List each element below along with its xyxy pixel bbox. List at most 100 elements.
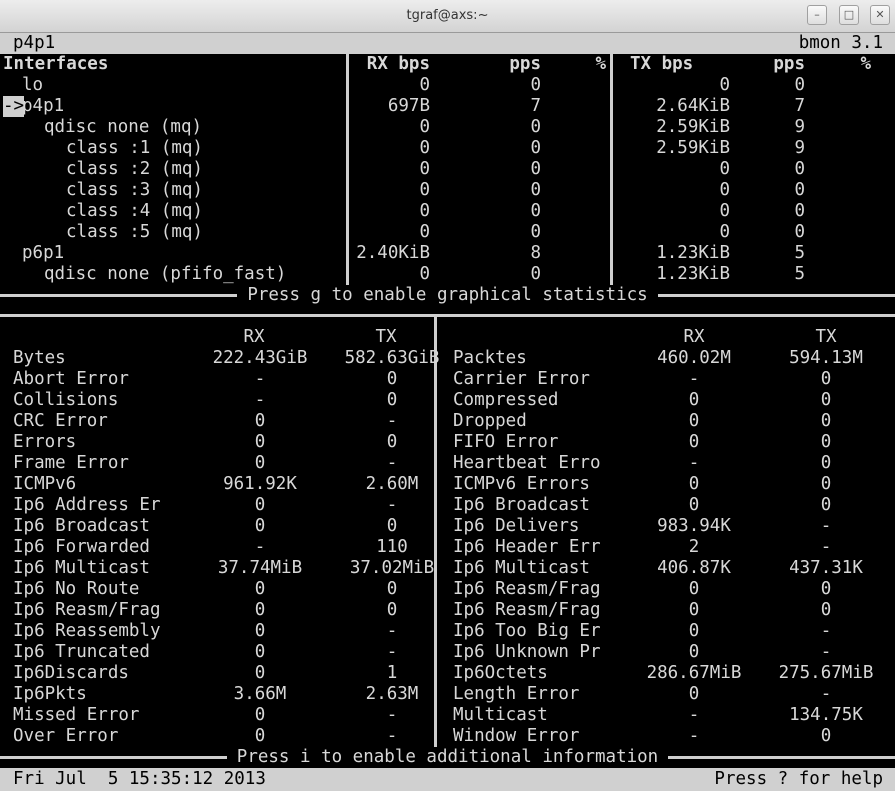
stat-tx-value: - <box>820 516 832 536</box>
stat-rx-value: 0 <box>254 642 266 662</box>
maximize-icon[interactable]: □ <box>839 5 859 25</box>
stat-label: Ip6 Multicast <box>13 558 150 578</box>
interface-name: lo <box>22 75 44 95</box>
stat-tx-value: 437.31K <box>789 558 863 578</box>
stat-tx-value: 0 <box>386 432 398 452</box>
stat-rx-value: 0 <box>688 642 700 662</box>
tx-bps: 0 <box>719 75 730 95</box>
stat-tx-value: - <box>386 495 398 515</box>
stat-rx-value: 0 <box>254 579 266 599</box>
stat-label: Ip6 Truncated <box>13 642 150 662</box>
stat-label: Bytes <box>13 348 66 368</box>
rx-bps: 0 <box>419 222 430 242</box>
app-version: bmon 3.1 <box>798 33 883 53</box>
stat-label: CRC Error <box>13 411 108 431</box>
interface-name: class :4 (mq) <box>66 201 203 221</box>
rx-pps: 0 <box>530 159 541 179</box>
stat-tx-value: 37.02MiB <box>349 558 435 578</box>
stat-label: Abort Error <box>13 369 129 389</box>
rx-pps: 0 <box>530 180 541 200</box>
stat-tx-value: 0 <box>820 453 832 473</box>
stat-rx-value: - <box>688 453 700 473</box>
interface-name: p4p1 <box>22 96 65 116</box>
terminal-content[interactable]: p4p1 bmon 3.1 Interfaces RX bps pps % TX… <box>0 33 895 791</box>
tx-bps: 2.59KiB <box>656 138 730 158</box>
rx-pps: 0 <box>530 117 541 137</box>
tx-bps: 1.23KiB <box>656 243 730 263</box>
tx-bps: 0 <box>719 159 730 179</box>
stat-rx-value: 983.94K <box>657 516 731 536</box>
stat-label: Ip6 Broadcast <box>13 516 150 536</box>
stat-tx-value: 275.67MiB <box>778 663 874 683</box>
tx-bps: 0 <box>719 180 730 200</box>
stat-tx-value: 0 <box>820 600 832 620</box>
rx-bps: 2.40KiB <box>356 243 430 263</box>
status-bar: Fri Jul 5 15:35:12 2013 Press ? for help <box>0 768 895 791</box>
stat-tx-value: 0 <box>386 600 398 620</box>
stat-rx-value: 460.02M <box>657 348 731 368</box>
window-titlebar[interactable]: tgraf@axs:~ – □ ✕ <box>0 0 895 33</box>
stat-tx-value: - <box>820 621 832 641</box>
stat-tx-value: 0 <box>820 726 832 746</box>
stat-rx-value: 3.66M <box>233 684 287 704</box>
rx-bps: 697B <box>387 96 430 116</box>
stat-label: Ip6 Reasm/Frag <box>453 600 601 620</box>
stat-tx-value: 594.13M <box>789 348 863 368</box>
stat-rx-value: 286.67MiB <box>646 663 742 683</box>
rx-bps: 0 <box>419 201 430 221</box>
tx-pps: 9 <box>794 117 805 137</box>
col-tx-pps: pps <box>773 54 805 74</box>
stat-label: Multicast <box>453 705 548 725</box>
stat-tx-value: - <box>386 642 398 662</box>
rx-bps: 0 <box>419 159 430 179</box>
tx-pps: 0 <box>794 180 805 200</box>
tx-pps: 5 <box>794 264 805 284</box>
stat-rx-value: 0 <box>254 432 266 452</box>
stat-tx-value: 0 <box>820 411 832 431</box>
stat-rx-value: - <box>254 369 266 389</box>
rx-bps: 0 <box>419 180 430 200</box>
rx-bps: 0 <box>419 75 430 95</box>
stat-label: Ip6Discards <box>13 663 129 683</box>
rx-bps: 0 <box>419 264 430 284</box>
stat-label: Ip6 Unknown Pr <box>453 642 601 662</box>
stat-rx-value: 2 <box>688 537 700 557</box>
stat-rx-value: 0 <box>688 495 700 515</box>
interface-name: qdisc none (pfifo_fast) <box>44 264 287 284</box>
minimize-icon[interactable]: – <box>807 5 827 25</box>
interface-column-divider <box>610 54 613 285</box>
stat-rx-value: 961.92K <box>223 474 297 494</box>
stat-label: Dropped <box>453 411 527 431</box>
stat-rx-value: - <box>254 390 266 410</box>
stat-tx-value: - <box>386 621 398 641</box>
stat-rx-value: 0 <box>254 516 266 536</box>
stat-tx-value: 0 <box>386 390 398 410</box>
rx-pps: 0 <box>530 264 541 284</box>
stat-tx-value: 582.63GiB <box>344 348 440 368</box>
rx-pps: 0 <box>530 201 541 221</box>
status-datetime: Fri Jul 5 15:35:12 2013 <box>13 769 266 789</box>
stat-label: Heartbeat Erro <box>453 453 601 473</box>
status-help: Press ? for help <box>714 769 883 789</box>
stat-label: Ip6 Reasm/Frag <box>13 600 161 620</box>
tx-pps: 0 <box>794 222 805 242</box>
stat-tx-value: 0 <box>820 495 832 515</box>
stat-label: Ip6 No Route <box>13 579 140 599</box>
stat-tx-value: 134.75K <box>789 705 863 725</box>
tx-bps: 0 <box>719 201 730 221</box>
stat-tx-value: 0 <box>386 369 398 389</box>
stat-label: Ip6 Broadcast <box>453 495 590 515</box>
stat-rx-value: 0 <box>688 474 700 494</box>
window-title: tgraf@axs:~ <box>406 8 489 23</box>
stat-label: Over Error <box>13 726 119 746</box>
close-icon[interactable]: ✕ <box>870 5 890 25</box>
stat-tx-value: 2.63M <box>365 684 419 704</box>
tx-bps: 2.64KiB <box>656 96 730 116</box>
interface-name: qdisc none (mq) <box>44 117 203 137</box>
stat-rx-value: 0 <box>254 453 266 473</box>
stat-tx-value: 0 <box>386 579 398 599</box>
rx-pps: 8 <box>530 243 541 263</box>
stat-tx-value: 110 <box>376 537 408 557</box>
graph-hint: Press g to enable graphical statistics <box>0 285 895 306</box>
interface-name: class :1 (mq) <box>66 138 203 158</box>
